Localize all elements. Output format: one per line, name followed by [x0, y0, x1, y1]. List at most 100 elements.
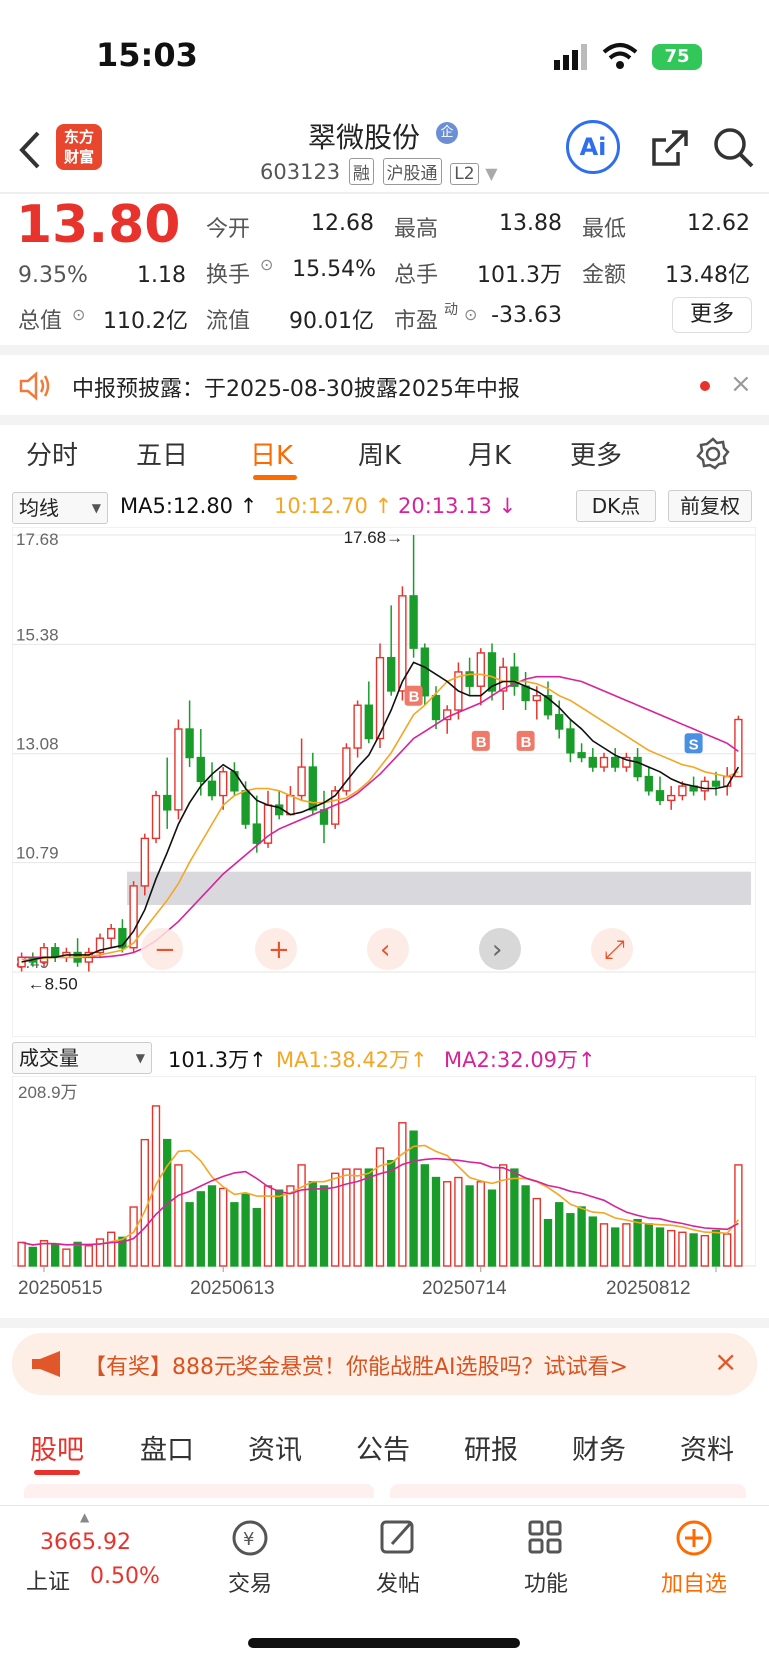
- verified-icon: 企: [436, 122, 458, 144]
- candle-body: [140, 837, 149, 887]
- candle-body: [151, 794, 161, 840]
- candle-body: [532, 695, 541, 702]
- nav-add-watchlist-label: 加自选: [660, 1572, 727, 1597]
- info-icon[interactable]: ⊙: [72, 305, 85, 324]
- volume-chart[interactable]: 208.9万 20250515 20250613 20250714 20250812: [12, 1076, 756, 1316]
- status-time: 15:03: [96, 36, 198, 74]
- adjust-button[interactable]: 前复权: [668, 490, 752, 522]
- candlestick-chart[interactable]: 17.6815.3813.0810.798.4917.68→←8.50BBBS−…: [12, 527, 756, 1037]
- float-value: 90.01亿: [289, 309, 374, 334]
- nav-functions[interactable]: 功能: [496, 1516, 596, 1598]
- volume-bar: [308, 1181, 317, 1267]
- candle-body: [375, 656, 385, 740]
- volume-bar: [588, 1216, 597, 1267]
- fullscreen-button[interactable]: ⤢: [591, 928, 633, 970]
- high-marker: 17.68→: [344, 528, 404, 547]
- share-icon[interactable]: [648, 126, 692, 170]
- volume-bar: [398, 1122, 407, 1267]
- index-pct: 0.50%: [90, 1564, 160, 1589]
- dropdown-icon[interactable]: ▼: [485, 164, 497, 183]
- volume-bar: [140, 1138, 149, 1267]
- candle-body: [319, 809, 329, 825]
- turnover-value: 15.54%: [292, 257, 376, 282]
- close-icon[interactable]: ×: [714, 1345, 737, 1378]
- tab-profile[interactable]: 资料: [680, 1428, 734, 1467]
- vol-ma2-value: MA2:32.09万: [444, 1048, 579, 1072]
- notice-bar[interactable]: 中报预披露：于2025-08-30披露2025年中报 ×: [0, 355, 769, 415]
- candle-body: [633, 756, 642, 778]
- volume-label: 总手: [394, 263, 439, 288]
- candle-body: [599, 756, 609, 768]
- candle-body: [711, 780, 721, 787]
- tab-finance[interactable]: 财务: [572, 1428, 626, 1467]
- header: 东方 财富 翠微股份 企 603123 融 沪股通 L2 ▼ Ai: [0, 110, 769, 192]
- settings-icon[interactable]: [696, 437, 730, 471]
- candle-body: [353, 704, 362, 749]
- candle-body: [588, 756, 597, 768]
- volume-bar: [566, 1213, 575, 1267]
- info-icon[interactable]: ⊙: [464, 305, 477, 324]
- indicator-select-label: 均线: [19, 496, 59, 520]
- scroll-left-button[interactable]: ‹: [367, 928, 409, 970]
- speaker-icon: [19, 371, 50, 401]
- search-icon[interactable]: [712, 126, 756, 170]
- tab-minute[interactable]: 分时: [26, 435, 78, 472]
- tab-news[interactable]: 资讯: [248, 1428, 302, 1467]
- notice-text: 中报预披露：于2025-08-30披露2025年中报: [72, 377, 520, 402]
- tab-5day[interactable]: 五日: [136, 435, 188, 472]
- zoom-in-button[interactable]: +: [255, 928, 297, 970]
- dk-button[interactable]: DK点: [576, 490, 656, 522]
- candle-body: [476, 652, 485, 687]
- divider: [0, 415, 769, 425]
- index-value[interactable]: 3665.92: [40, 1530, 131, 1555]
- candle-body: [521, 685, 530, 702]
- tab-monthly-k[interactable]: 月K: [468, 435, 511, 472]
- nav-trade[interactable]: ¥ 交易: [200, 1516, 300, 1598]
- tab-daily-k[interactable]: 日K: [250, 435, 293, 472]
- tag-l2: L2: [450, 163, 479, 185]
- card-preview: [390, 1484, 746, 1498]
- volume-bar: [241, 1193, 250, 1267]
- volume-select[interactable]: 成交量 ▼: [12, 1042, 152, 1074]
- indicator-select[interactable]: 均线 ▼: [12, 492, 108, 524]
- tab-forum[interactable]: 股吧: [30, 1428, 84, 1467]
- ai-button[interactable]: Ai: [566, 120, 620, 174]
- candle-body: [207, 780, 217, 797]
- volume-bar: [723, 1233, 732, 1267]
- candle-body: [196, 756, 205, 783]
- tag-margin: 融: [348, 158, 374, 185]
- pe-sup: 动: [444, 302, 458, 318]
- tab-research[interactable]: 研报: [464, 1428, 518, 1467]
- tab-orderbook[interactable]: 盘口: [140, 1428, 194, 1467]
- sell-marker-label: S: [689, 736, 699, 753]
- volume-bar: [420, 1164, 429, 1267]
- tab-weekly-k[interactable]: 周K: [358, 435, 401, 472]
- candle-body: [286, 794, 295, 816]
- volume-bar: [622, 1223, 631, 1267]
- candle-body: [566, 728, 575, 754]
- volume-bar: [476, 1181, 485, 1267]
- ma20-value: 20:13.13: [398, 494, 492, 518]
- candle-body: [107, 928, 116, 939]
- active-tab-indicator: [253, 475, 297, 480]
- info-icon[interactable]: ⊙: [260, 255, 273, 274]
- tab-announcement[interactable]: 公告: [356, 1428, 410, 1467]
- volume-bar: [577, 1206, 586, 1267]
- zoom-out-button[interactable]: −: [141, 928, 183, 970]
- volume-bar: [555, 1202, 564, 1267]
- scroll-right-button[interactable]: ›: [479, 928, 521, 970]
- x-axis-label: 20250613: [190, 1278, 275, 1299]
- card-preview: [24, 1484, 374, 1498]
- nav-add-watchlist[interactable]: 加自选: [644, 1516, 744, 1598]
- candle-body: [409, 595, 418, 649]
- back-icon[interactable]: [18, 130, 42, 170]
- tab-more[interactable]: 更多: [570, 435, 622, 472]
- quote-panel: 13.80 9.35% 1.18 总值 ⊙ 110.2亿 今开 12.68 最高…: [0, 195, 769, 345]
- chevron-down-icon: ▼: [135, 1051, 145, 1065]
- more-button[interactable]: 更多: [672, 297, 752, 333]
- promo-banner[interactable]: 【有奖】888元奖金悬赏！你能战胜AI选股吗？试试看> ×: [12, 1333, 757, 1395]
- close-icon[interactable]: ×: [730, 369, 752, 399]
- nav-post[interactable]: 发帖: [348, 1516, 448, 1598]
- volume-bar: [319, 1185, 329, 1267]
- zoom-in-button-glyph: +: [268, 935, 290, 965]
